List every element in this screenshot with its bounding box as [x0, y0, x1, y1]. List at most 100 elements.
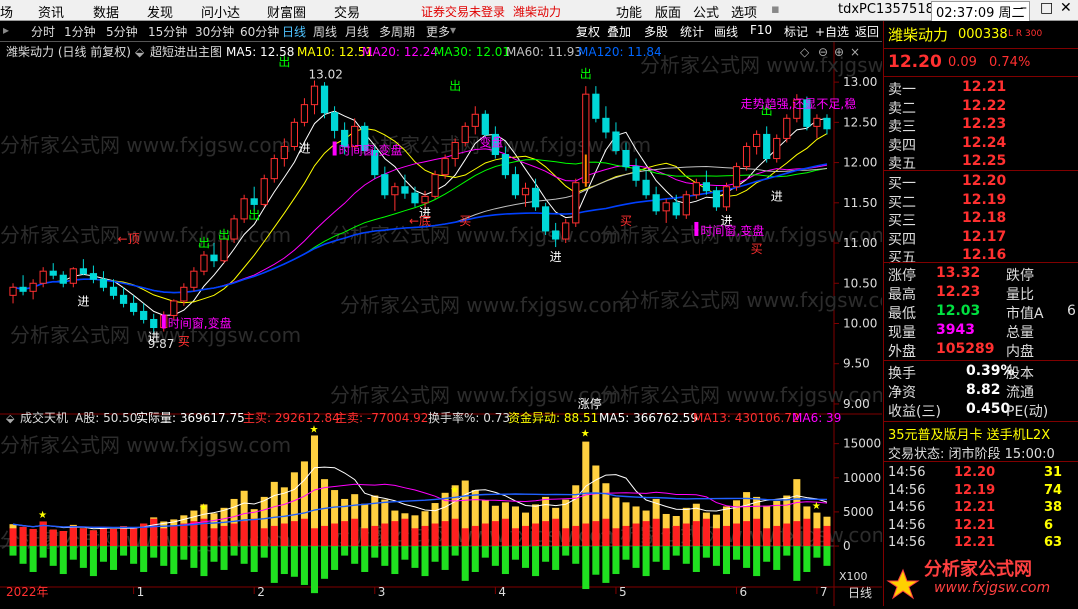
volume-main-bar [562, 528, 570, 547]
sub-legend-name[interactable]: 成交天机 [20, 410, 68, 425]
zoom-out-icon[interactable]: ⊖ [818, 45, 828, 59]
period-tab[interactable]: 月线 [345, 23, 369, 40]
y-tick-label: 11.00 [843, 236, 877, 250]
menu-item-function[interactable]: 功能 [616, 2, 642, 21]
menu-item-market[interactable]: 场 [0, 2, 13, 21]
menu-item-news[interactable]: 资讯 [38, 2, 64, 21]
volume-bar [692, 503, 700, 572]
volume-sell-bar [371, 546, 379, 558]
candle [290, 118, 299, 151]
volume-bar [753, 496, 761, 577]
period-tab[interactable]: 15分钟 [148, 23, 187, 40]
volume-star-icon: ★ [812, 501, 821, 512]
volume-sell-bar [823, 546, 831, 566]
period-tab-active[interactable]: 日线 [282, 23, 306, 40]
period-tab[interactable]: 分时 [31, 23, 55, 40]
volume-sell-bar [49, 546, 57, 566]
menu-item-formula[interactable]: 公式 [693, 2, 719, 21]
period-tab[interactable]: 1分钟 [64, 23, 96, 40]
candle-body [300, 104, 309, 123]
legend-dropdown-icon[interactable]: ⬙ [135, 45, 145, 59]
menu-item-data[interactable]: 数据 [93, 2, 119, 21]
toolbar-button[interactable]: F10 [750, 23, 772, 37]
volume-main-bar [773, 525, 781, 547]
volume-main-bar [803, 518, 811, 547]
chevron-down-icon[interactable]: ▾ [450, 23, 456, 37]
maximize-icon[interactable]: □ [1040, 0, 1053, 16]
minimize-icon[interactable]: – [1020, 0, 1027, 16]
menu-item-trade[interactable]: 交易 [334, 2, 360, 21]
stat-label: 市值A [1006, 306, 1044, 322]
toolbar-button[interactable]: 返回 [855, 23, 879, 40]
volume-bar [803, 506, 811, 572]
kline-chart[interactable]: 分析家公式网 www.fxjgsw.com 分析家公式网 www.fxjgsw.c… [0, 42, 882, 606]
main-legend-formula[interactable]: 超短进出主图 [150, 44, 222, 59]
ask-price: 12.24 [962, 134, 1007, 151]
stat-row: 涨停 13.32 跌停 [884, 264, 1078, 284]
volume-sell-bar [783, 546, 791, 556]
menu-item-discover[interactable]: 发现 [147, 2, 173, 21]
volume-bar [552, 507, 560, 570]
sub-legend-buy: 主买: 292612.84 [243, 411, 340, 425]
bid-price: 12.19 [962, 191, 1007, 208]
volume-sell-bar [39, 546, 47, 558]
diamond-icon[interactable]: ◇ [800, 45, 810, 59]
volume-sell-bar [300, 546, 308, 585]
menu-toggle-icon[interactable]: ▸ [3, 23, 9, 37]
toolbar-button[interactable]: 复权 [576, 23, 600, 40]
user-icon[interactable]: ▪ [771, 2, 780, 17]
candle-body [552, 230, 560, 240]
close-icon[interactable]: ✕ [1060, 0, 1072, 16]
buy-signal-label: 进 [771, 190, 783, 204]
quote-stock-code: 000338 [958, 27, 1008, 42]
candle [481, 110, 489, 139]
period-tab[interactable]: 60分钟 [240, 23, 279, 40]
toolbar-button[interactable]: 统计 [680, 23, 704, 40]
candle-body [511, 174, 520, 196]
menu-item-ask[interactable]: 问小达 [201, 2, 240, 21]
volume-main-bar [672, 525, 680, 547]
panel-close-icon[interactable]: × [850, 45, 860, 59]
toolbar-button[interactable]: 标记 [784, 23, 808, 40]
volume-bar [120, 526, 128, 556]
candle-body [59, 274, 67, 284]
toolbar-button[interactable]: +自选 [815, 23, 849, 40]
y-tick-label: 9.00 [843, 397, 870, 411]
toolbar-button[interactable]: 叠加 [607, 23, 631, 40]
stat-value: 3943 [936, 322, 975, 338]
legend-ma120: MA120: 11.84 [578, 45, 662, 59]
zoom-in-icon[interactable]: ⊕ [834, 45, 844, 59]
volume-main-bar [160, 528, 168, 547]
bid-price: 12.18 [962, 210, 1007, 226]
period-tab[interactable]: 多周期 [379, 23, 415, 40]
sub-dropdown-icon[interactable]: ⬙ [6, 412, 15, 425]
volume-main-bar [59, 531, 67, 547]
promo-banner[interactable]: 35元普及版月卡 送手机L2X [888, 424, 1050, 443]
period-tab[interactable]: 5分钟 [106, 23, 138, 40]
menu-item-wealth[interactable]: 财富圈 [267, 2, 306, 21]
period-tab[interactable]: 30分钟 [195, 23, 234, 40]
volume-sell-bar [592, 546, 600, 575]
toolbar-button[interactable]: 画线 [714, 23, 738, 40]
volume-main-bar [652, 518, 660, 547]
period-tab[interactable]: 周线 [313, 23, 337, 40]
menu-item-options[interactable]: 选项 [731, 2, 757, 21]
candle [431, 170, 439, 199]
buy-marker-label: 买 [751, 242, 763, 256]
volume-main-bar [180, 523, 188, 547]
volume-sell-bar [773, 546, 781, 570]
volume-bar [140, 523, 148, 572]
volume-main-bar [431, 523, 439, 547]
period-tab-more[interactable]: 更多 [426, 23, 450, 40]
time-window-label: 时间窗,变盘 [339, 143, 403, 158]
menu-item-layout[interactable]: 版面 [655, 2, 681, 21]
volume-bar [39, 521, 47, 558]
ask-price: 12.23 [962, 116, 1007, 132]
stat-value: 8.82 [966, 382, 1001, 398]
volume-sell-bar [622, 546, 630, 560]
candle-body [712, 190, 721, 208]
toolbar-button[interactable]: 多股 [644, 23, 668, 40]
login-warning[interactable]: 证券交易未登录 [421, 3, 505, 20]
watermark-text: 分析家公式网 www.fxjgsw.com [600, 523, 882, 547]
volume-bar [542, 496, 550, 562]
